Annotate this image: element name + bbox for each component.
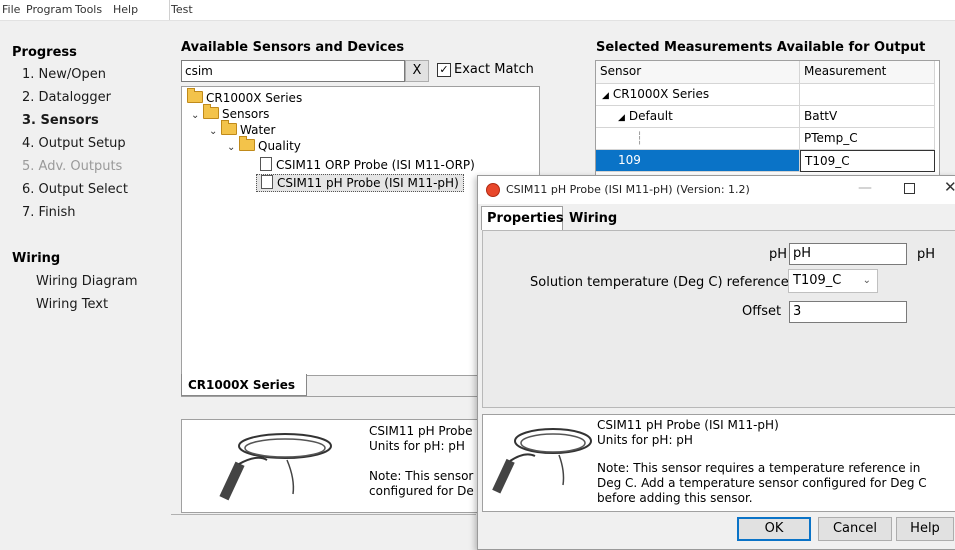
tree-node-cr1000x[interactable]: CR1000X Series (187, 88, 302, 105)
step-finish[interactable]: 7. Finish (22, 205, 76, 220)
desc-line: before adding this sensor. (597, 491, 753, 505)
frame-border (171, 514, 476, 515)
step-adv-outputs: 5. Adv. Outputs (22, 159, 123, 174)
chevron-down-icon: ⌄ (209, 126, 218, 137)
desc-line: Note: This sensor requires a temperature… (597, 461, 921, 475)
tree-node-quality[interactable]: ⌄ Quality (227, 136, 301, 153)
clear-search-button[interactable]: X (405, 60, 429, 82)
ph-label: pH (769, 247, 788, 262)
step-new-open[interactable]: 1. New/Open (22, 67, 106, 82)
chevron-down-icon: ⌄ (191, 110, 200, 121)
ph-field[interactable]: pH (789, 243, 907, 265)
dialog-title: CSIM11 pH Probe (ISI M11-pH) (Version: 1… (506, 183, 750, 196)
tab-wiring[interactable]: Wiring (566, 209, 618, 229)
desc-line: Deg C. Add a temperature sensor configur… (597, 476, 927, 490)
table-row-measurement[interactable]: PTemp_C (800, 128, 935, 150)
step-datalogger[interactable]: 2. Datalogger (22, 90, 111, 105)
desc-line: Units for pH: pH (597, 433, 693, 447)
collapse-triangle-icon: ◢ (618, 113, 625, 123)
table-row-sensor[interactable]: ◢ CR1000X Series (596, 84, 800, 106)
tree-node-orp-probe[interactable]: CSIM11 ORP Probe (ISI M11-ORP) (260, 157, 475, 172)
table-row-sensor[interactable]: ◢ Default (596, 106, 800, 128)
collapse-triangle-icon: ◢ (602, 91, 609, 101)
chevron-down-icon: ⌄ (862, 275, 871, 286)
ok-button[interactable]: OK (737, 517, 811, 541)
probe-image (219, 433, 332, 501)
temp-reference-select[interactable]: T109_C ⌄ (788, 269, 878, 293)
offset-field[interactable]: 3 (789, 301, 907, 323)
desc-line: Note: This sensor (369, 469, 474, 483)
maximize-icon[interactable] (904, 183, 915, 194)
sensor-description-box: CSIM11 pH Probe Units for pH: pH Note: T… (181, 419, 483, 513)
step-output-select[interactable]: 6. Output Select (22, 182, 128, 197)
column-header-measurement[interactable]: Measurement (800, 61, 935, 84)
column-header-sensor[interactable]: Sensor (596, 61, 800, 84)
tree-node-water[interactable]: ⌄ Water (209, 120, 275, 137)
probe-image (492, 428, 592, 494)
table-row-sensor-selected[interactable]: 109 (596, 150, 800, 172)
minimize-icon[interactable]: — (858, 180, 872, 196)
tree-node-sensors[interactable]: ⌄ Sensors (191, 104, 269, 121)
menu-help[interactable]: Help (113, 3, 138, 16)
folder-open-icon (203, 104, 219, 119)
menu-tools[interactable]: Tools (75, 3, 102, 16)
sensors-panel-title: Available Sensors and Devices (181, 40, 405, 55)
ph-unit-label: pH (917, 247, 936, 262)
table-row-measurement[interactable] (800, 84, 935, 106)
exact-match-label: Exact Match (454, 62, 534, 77)
document-icon (261, 175, 273, 189)
chevron-down-icon: ⌄ (227, 142, 236, 153)
menu-program[interactable]: Program (26, 3, 72, 16)
outputs-panel-title: Selected Measurements Available for Outp… (596, 40, 926, 55)
temp-reference-label: Solution temperature (Deg C) reference (530, 275, 789, 290)
table-row-measurement-selected[interactable]: T109_C (800, 150, 935, 172)
dialog-description-box: CSIM11 pH Probe (ISI M11-pH) Units for p… (482, 414, 955, 512)
sensor-search-input[interactable]: csim (181, 60, 405, 82)
table-row-sensor[interactable]: ┆ (596, 128, 800, 150)
close-icon[interactable]: ✕ (944, 178, 955, 196)
folder-open-icon (239, 136, 255, 151)
tree-node-ph-probe[interactable]: CSIM11 pH Probe (ISI M11-pH) (256, 174, 464, 192)
menu-divider (169, 0, 170, 20)
exact-match-checkbox[interactable]: ✓ (437, 63, 451, 77)
folder-open-icon (187, 88, 203, 103)
menu-test[interactable]: Test (171, 3, 193, 16)
wiring-title: Wiring (12, 251, 61, 266)
document-icon (260, 157, 272, 171)
step-sensors[interactable]: 3. Sensors (22, 113, 99, 128)
progress-title: Progress (12, 45, 77, 60)
tab-divider (181, 396, 481, 397)
wiring-diagram-link[interactable]: Wiring Diagram (36, 274, 138, 289)
properties-pane: pH pH pH Solution temperature (Deg C) re… (482, 230, 955, 408)
desc-line: CSIM11 pH Probe (ISI M11-pH) (597, 418, 779, 432)
tree-connector-icon: ┆ (636, 131, 644, 145)
desc-line: CSIM11 pH Probe (369, 424, 473, 438)
cancel-button[interactable]: Cancel (818, 517, 892, 541)
app-icon (486, 183, 500, 197)
measurements-grid: Sensor Measurement ◢ CR1000X Series ◢ Defa… (595, 60, 940, 177)
folder-open-icon (221, 120, 237, 135)
menu-bar: File Program Tools Help Test (0, 0, 955, 21)
step-output-setup[interactable]: 4. Output Setup (22, 136, 126, 151)
menu-file[interactable]: File (2, 3, 20, 16)
offset-label: Offset (742, 304, 782, 319)
sensor-properties-dialog: CSIM11 pH Probe (ISI M11-pH) (Version: 1… (477, 175, 955, 550)
desc-line: Units for pH: pH (369, 439, 465, 453)
tab-cr1000x-series[interactable]: CR1000X Series (181, 374, 307, 396)
help-button[interactable]: Help (896, 517, 954, 541)
table-row-measurement[interactable]: BattV (800, 106, 935, 128)
dialog-titlebar: CSIM11 pH Probe (ISI M11-pH) (Version: 1… (478, 176, 955, 204)
desc-line: configured for De (369, 484, 474, 498)
wiring-text-link[interactable]: Wiring Text (36, 297, 108, 312)
tab-properties[interactable]: Properties (481, 206, 564, 230)
